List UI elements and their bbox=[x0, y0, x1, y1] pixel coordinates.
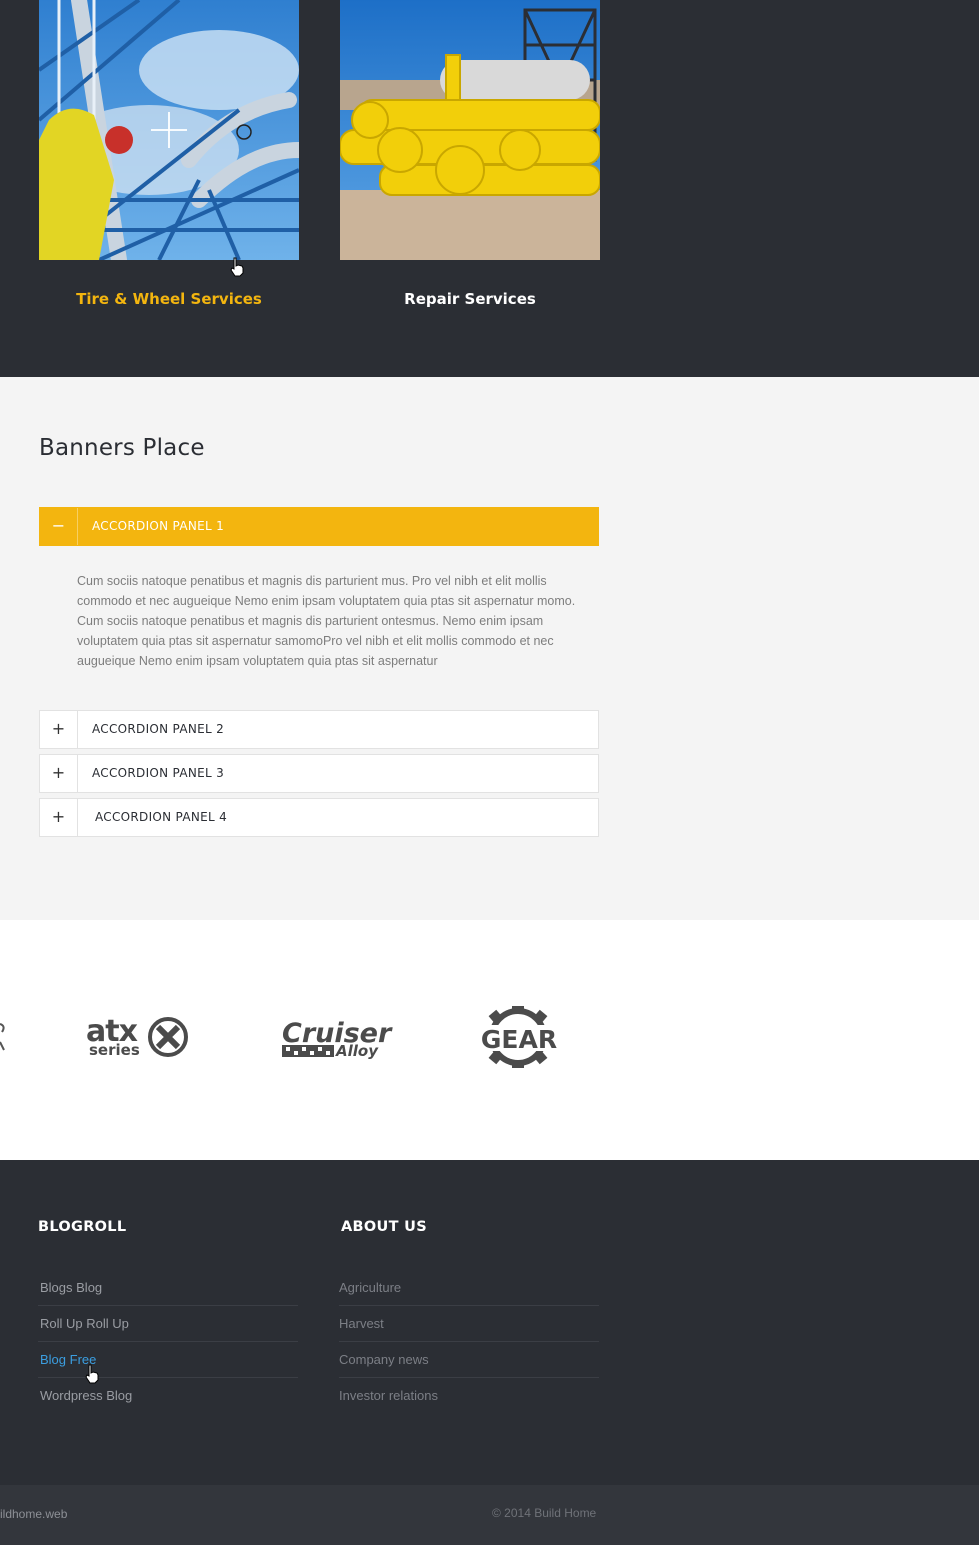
site-url-link[interactable]: ildhome.web bbox=[0, 1507, 67, 1521]
accordion-panel-body: Cum sociis natoque penatibus et magnis d… bbox=[77, 574, 576, 668]
zoom-plus-icon[interactable] bbox=[151, 112, 187, 148]
accordion-panel-4[interactable]: + ACCORDION PANEL 4 bbox=[39, 798, 599, 837]
collapse-minus-icon[interactable]: − bbox=[40, 508, 78, 545]
blogroll-list: Blogs Blog Roll Up Roll Up Blog Free Wor… bbox=[38, 1270, 298, 1414]
service-card-tire-wheel[interactable]: Tire & Wheel Services bbox=[39, 0, 299, 308]
svg-text:Alloy: Alloy bbox=[335, 1042, 379, 1060]
service-title[interactable]: Repair Services bbox=[340, 290, 600, 308]
svg-text:GEAR: GEAR bbox=[481, 1025, 557, 1054]
accordion-panel-label[interactable]: ACCORDION PANEL 1 bbox=[92, 508, 224, 545]
accordion-panel-2[interactable]: + ACCORDION PANEL 2 bbox=[39, 710, 599, 749]
accordion-panel-3[interactable]: + ACCORDION PANEL 3 bbox=[39, 754, 599, 793]
accordion-panel-1[interactable]: − ACCORDION PANEL 1 bbox=[39, 507, 599, 546]
about-us-link[interactable]: Investor relations bbox=[339, 1378, 599, 1414]
copyright-text: © 2014 Build Home bbox=[492, 1506, 597, 1520]
about-us-heading: ABOUT US bbox=[341, 1219, 427, 1235]
expand-plus-icon[interactable]: + bbox=[40, 799, 78, 836]
services-section: Tire & Wheel Services Repair Services bbox=[0, 0, 979, 377]
expand-plus-icon[interactable]: + bbox=[40, 711, 78, 748]
about-us-link[interactable]: Harvest bbox=[339, 1306, 599, 1342]
atx-series-logo[interactable]: atx series bbox=[86, 1016, 190, 1060]
blogroll-link[interactable]: Blogs Blog bbox=[38, 1270, 298, 1306]
repair-services-image[interactable] bbox=[340, 0, 600, 260]
about-us-list: Agriculture Harvest Company news Investo… bbox=[339, 1270, 599, 1414]
accordion-panel-label[interactable]: ACCORDION PANEL 2 bbox=[92, 711, 224, 748]
footer: BLOGROLL Blogs Blog Roll Up Roll Up Blog… bbox=[0, 1160, 979, 1485]
cruiser-alloy-logo[interactable]: Cruiser Alloy bbox=[280, 1018, 400, 1062]
gear-logo[interactable]: GEAR bbox=[476, 1006, 562, 1068]
blogroll-link[interactable]: Blog Free bbox=[38, 1342, 298, 1378]
banners-section: Banners Place − ACCORDION PANEL 1 Cum so… bbox=[0, 377, 979, 920]
about-us-link[interactable]: Company news bbox=[339, 1342, 599, 1378]
service-title[interactable]: Tire & Wheel Services bbox=[39, 290, 299, 308]
partners-section: atx series Cruiser Alloy GEAR bbox=[0, 920, 979, 1160]
service-card-repair[interactable]: Repair Services bbox=[340, 0, 600, 308]
hand-cursor-icon bbox=[85, 1364, 99, 1384]
blogroll-link[interactable]: Wordpress Blog bbox=[38, 1378, 298, 1414]
partner-logo-partial[interactable] bbox=[0, 1020, 8, 1052]
blogroll-heading: BLOGROLL bbox=[38, 1219, 127, 1235]
accordion-panel-label[interactable]: ACCORDION PANEL 3 bbox=[92, 755, 224, 792]
hand-cursor-icon bbox=[230, 257, 244, 277]
svg-text:series: series bbox=[89, 1041, 140, 1059]
section-title: Banners Place bbox=[39, 435, 205, 461]
about-us-link[interactable]: Agriculture bbox=[339, 1270, 599, 1306]
bottom-bar: ildhome.web © 2014 Build Home bbox=[0, 1485, 979, 1545]
blogroll-link[interactable]: Roll Up Roll Up bbox=[38, 1306, 298, 1342]
accordion-panel-label[interactable]: ACCORDION PANEL 4 bbox=[95, 799, 227, 836]
expand-plus-icon[interactable]: + bbox=[40, 755, 78, 792]
